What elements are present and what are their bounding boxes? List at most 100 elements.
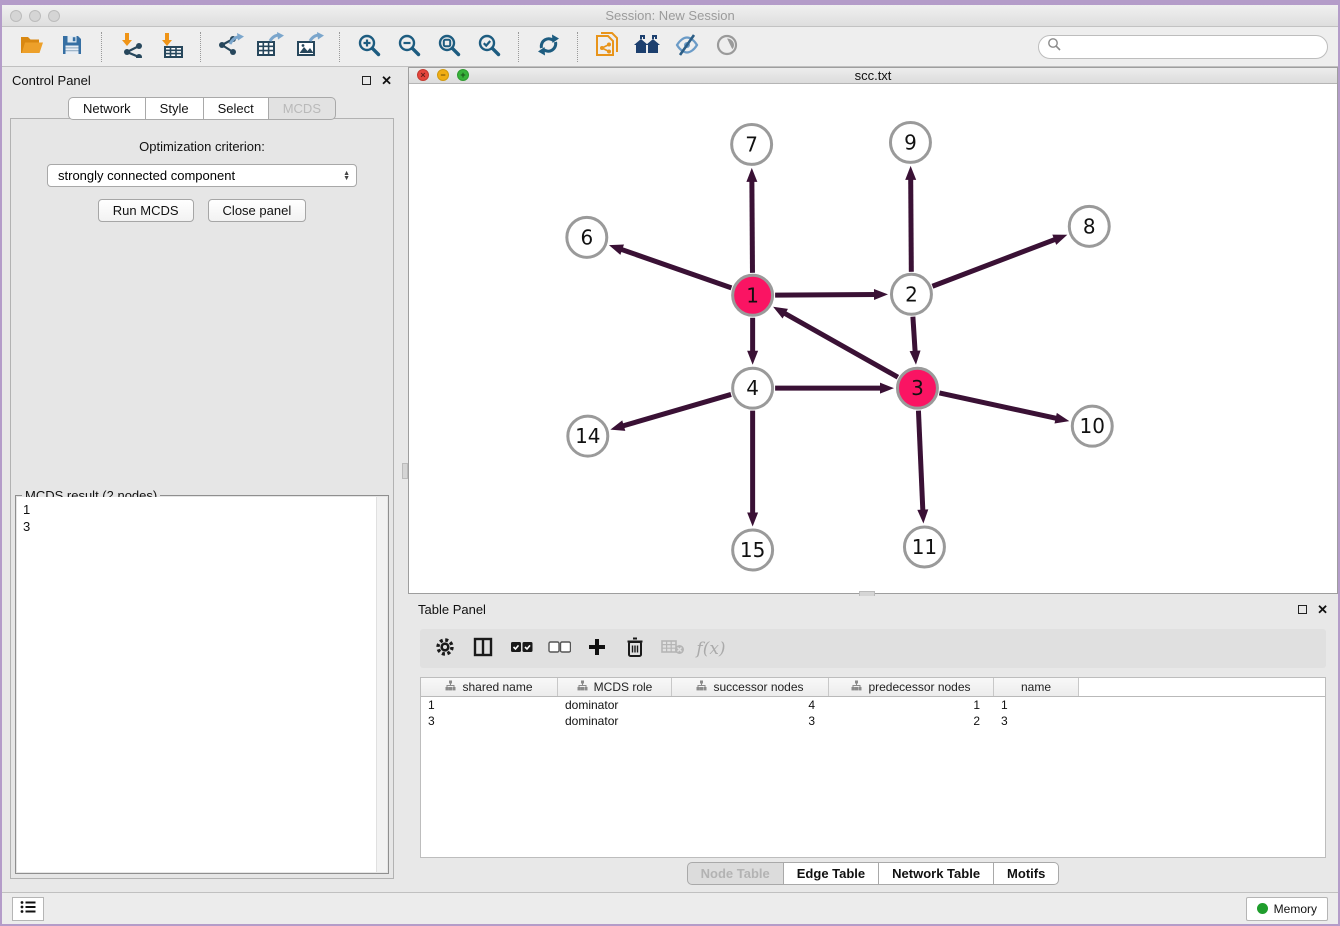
close-panel-icon[interactable]: ✕ [381,76,392,85]
node-table-header: shared nameMCDS rolesuccessor nodesprede… [421,678,1325,697]
tab-network[interactable]: Network [68,97,145,120]
cell-shared-name[interactable]: 1 [421,697,558,713]
delete-column-button[interactable] [618,634,652,664]
create-column-button[interactable] [580,634,614,664]
graph-node-15[interactable]: 15 [733,530,773,570]
import-table-button[interactable] [151,32,191,62]
select-all-columns-button[interactable] [504,634,538,664]
graph-edge-arrowhead [609,244,624,254]
export-table-button[interactable] [250,32,290,62]
table-row[interactable]: 3dominator323 [421,713,1325,729]
mcds-result-item[interactable]: 1 [23,501,387,518]
delete-table-icon [661,639,685,658]
tab-node-table[interactable]: Node Table [687,862,783,885]
table-row[interactable]: 1dominator411 [421,697,1325,713]
open-session-button[interactable] [12,32,52,62]
show-columns-button[interactable] [466,634,500,664]
run-mcds-button[interactable]: Run MCDS [98,199,194,222]
tab-network-table[interactable]: Network Table [878,862,993,885]
cell-shared-name[interactable]: 3 [421,713,558,729]
cell-predecessor-nodes[interactable]: 1 [829,697,994,713]
graph-node-label: 8 [1083,214,1096,238]
memory-button[interactable]: Memory [1246,897,1328,921]
graph-edge-3-1[interactable] [783,312,898,377]
cell-name[interactable]: 1 [994,697,1079,713]
graph-edge-3-11[interactable] [918,410,922,512]
graph-node-4[interactable]: 4 [733,368,773,408]
tab-style[interactable]: Style [145,97,203,120]
select-all-icon [510,641,533,656]
mcds-result-scrollbar[interactable] [376,497,387,872]
copy-network-button[interactable] [587,32,627,62]
tab-motifs[interactable]: Motifs [993,862,1059,885]
table-options-button[interactable] [428,634,462,664]
column-header-name[interactable]: name [994,678,1079,696]
export-network-button[interactable] [210,32,250,62]
zoom-in-button[interactable] [349,32,389,62]
close-panel-button[interactable]: Close panel [208,199,307,222]
cell-predecessor-nodes[interactable]: 2 [829,713,994,729]
graph-edge-3-10[interactable] [939,392,1058,418]
graph-node-10[interactable]: 10 [1072,406,1112,446]
graph-node-8[interactable]: 8 [1069,206,1109,246]
optimization-select[interactable]: strongly connected component ▲▼ [47,164,357,187]
mcds-result-item[interactable]: 3 [23,518,387,535]
show-all-button[interactable] [707,32,747,62]
graph-node-1[interactable]: 1 [733,275,773,315]
cell-MCDS-role[interactable]: dominator [558,697,672,713]
hide-selected-button[interactable] [667,32,707,62]
tab-select[interactable]: Select [203,97,268,120]
graph-edge-2-8[interactable] [932,238,1057,286]
task-history-button[interactable] [12,897,44,921]
column-header-MCDS-role[interactable]: MCDS role [558,678,672,696]
column-header-predecessor-nodes[interactable]: predecessor nodes [829,678,994,696]
graph-node-2[interactable]: 2 [891,274,931,314]
network-window-title: scc.txt [409,68,1337,83]
search-input[interactable] [1066,40,1319,54]
import-network-button[interactable] [111,32,151,62]
graph-edge-2-3[interactable] [913,316,915,353]
network-canvas[interactable]: 7 9 6 8 1 2 4 3 14 10 15 11 [409,84,1337,593]
mcds-result-list[interactable]: 13 [17,497,387,872]
zoom-selected-button[interactable] [469,32,509,62]
tab-edge-table[interactable]: Edge Table [783,862,878,885]
graph-edge-2-9[interactable] [911,176,912,271]
graph-node-label: 10 [1080,414,1105,438]
zoom-fit-button[interactable] [429,32,469,62]
graph-edge-1-7[interactable] [752,178,753,272]
cell-name[interactable]: 3 [994,713,1079,729]
graph-node-label: 2 [905,282,918,306]
export-network-icon [217,32,244,61]
graph-edge-1-6[interactable] [619,248,731,287]
save-session-button[interactable] [52,32,92,62]
first-neighbors-button[interactable] [627,32,667,62]
graph-node-6[interactable]: 6 [567,217,607,257]
cell-successor-nodes[interactable]: 4 [672,697,829,713]
column-type-icon [577,680,588,694]
mcds-result-group: MCDS result (2 nodes) 13 [15,495,389,874]
float-table-panel-icon[interactable] [1298,605,1307,614]
graph-node-14[interactable]: 14 [568,416,608,456]
app-title: Session: New Session [2,8,1338,23]
graph-node-7[interactable]: 7 [732,124,772,164]
float-panel-icon[interactable] [362,76,371,85]
graph-node-3[interactable]: 3 [897,368,937,408]
graph-edge-1-2[interactable] [775,294,877,295]
column-header-successor-nodes[interactable]: successor nodes [672,678,829,696]
graph-edge-arrowhead [910,350,921,364]
export-image-button[interactable] [290,32,330,62]
table-toolbar: f(x) [420,629,1326,668]
column-header-shared-name[interactable]: shared name [421,678,558,696]
zoom-out-button[interactable] [389,32,429,62]
apply-layout-button[interactable] [528,32,568,62]
graph-node-11[interactable]: 11 [904,527,944,567]
graph-node-9[interactable]: 9 [890,122,930,162]
close-table-panel-icon[interactable]: ✕ [1317,605,1328,614]
tab-mcds[interactable]: MCDS [268,97,336,120]
cell-MCDS-role[interactable]: dominator [558,713,672,729]
function-builder-icon: f(x) [696,639,725,659]
deselect-all-columns-button[interactable] [542,634,576,664]
search-box[interactable] [1038,35,1328,59]
graph-edge-4-14[interactable] [621,394,731,426]
cell-successor-nodes[interactable]: 3 [672,713,829,729]
